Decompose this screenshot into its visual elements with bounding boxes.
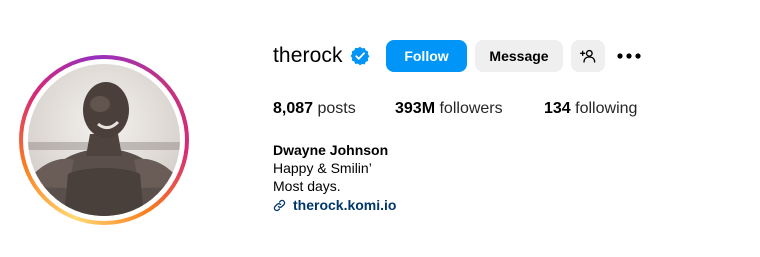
follow-button[interactable]: Follow (386, 40, 467, 72)
username-row: therock (273, 40, 370, 72)
posts-number: 8,087 (273, 100, 314, 117)
verified-badge-icon (350, 46, 370, 66)
followers-number: 393M (395, 100, 436, 117)
story-ring[interactable] (19, 55, 189, 225)
following-link[interactable]: 134 following (544, 100, 637, 118)
person-add-icon (580, 49, 596, 63)
bio-link-text: therock.komi.io (293, 197, 397, 213)
following-number: 134 (544, 100, 571, 117)
avatar-frame (23, 59, 185, 221)
bio-line-2: Most days. (273, 178, 341, 194)
suggested-accounts-button[interactable] (571, 40, 605, 72)
bio: Dwayne Johnson Happy & Smilin’ Most days… (273, 141, 396, 214)
profile-header: therock Follow Message 8,087 posts 393M … (0, 0, 760, 257)
posts-count: 8,087 posts (273, 100, 356, 118)
link-icon (273, 199, 286, 211)
profile-stats: 8,087 posts 393M followers 134 following (273, 100, 713, 120)
followers-label: followers (439, 100, 503, 117)
posts-label: posts (317, 100, 356, 117)
following-label: following (575, 100, 638, 117)
bio-line-1: Happy & Smilin’ (273, 160, 372, 176)
followers-link[interactable]: 393M followers (395, 100, 503, 118)
bio-website-link[interactable]: therock.komi.io (273, 196, 396, 214)
username: therock (273, 44, 343, 67)
more-options-icon (617, 53, 641, 59)
message-button[interactable]: Message (475, 40, 563, 72)
avatar[interactable] (28, 64, 180, 216)
more-options-button[interactable] (615, 45, 643, 67)
full-name: Dwayne Johnson (273, 142, 389, 158)
